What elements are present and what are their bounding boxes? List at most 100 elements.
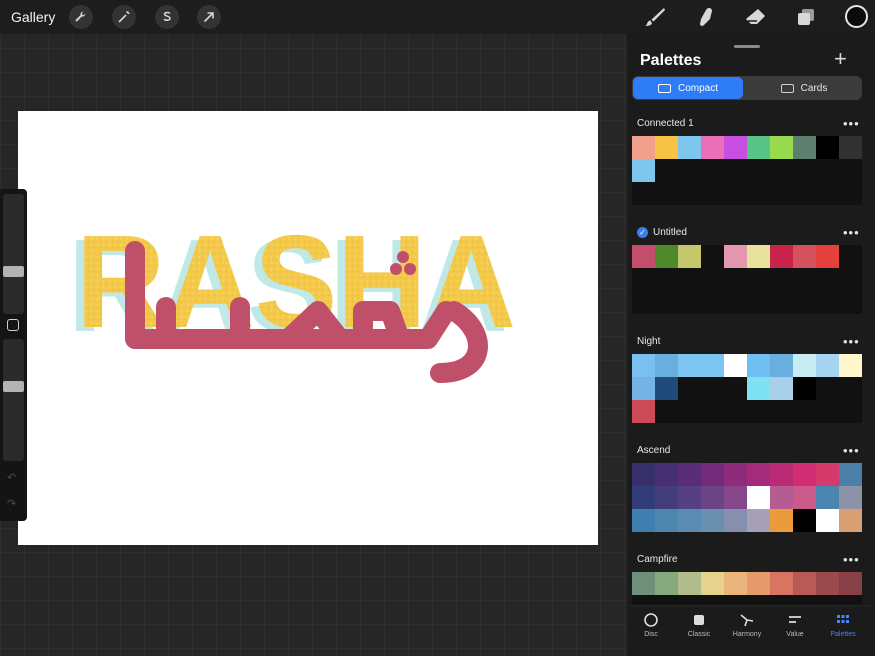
color-swatch[interactable]: [839, 463, 862, 486]
smudge-icon[interactable]: [693, 5, 719, 29]
color-swatch[interactable]: [793, 509, 816, 532]
more-options-icon[interactable]: •••: [843, 226, 860, 239]
color-swatch[interactable]: [724, 354, 747, 377]
more-options-icon[interactable]: •••: [843, 553, 860, 566]
color-swatch[interactable]: [747, 354, 770, 377]
color-swatch[interactable]: [770, 377, 793, 400]
color-swatch[interactable]: [793, 245, 816, 268]
color-swatch[interactable]: [839, 509, 862, 532]
color-swatch[interactable]: [747, 377, 770, 400]
color-swatch[interactable]: [770, 572, 793, 595]
brush-size-track[interactable]: [3, 194, 24, 314]
color-swatch[interactable]: [678, 245, 701, 268]
color-swatch[interactable]: [747, 509, 770, 532]
selection-icon[interactable]: [155, 5, 179, 29]
brush-size-slider[interactable]: [3, 265, 24, 277]
artwork-canvas[interactable]: RASHA RASHA: [18, 111, 598, 545]
color-swatch[interactable]: [701, 463, 724, 486]
palette-name[interactable]: Connected 1: [637, 118, 694, 129]
more-options-icon[interactable]: •••: [843, 335, 860, 348]
color-swatch[interactable]: [839, 136, 862, 159]
opacity-slider[interactable]: [3, 381, 24, 393]
color-swatch[interactable]: [655, 377, 678, 400]
color-swatch[interactable]: [678, 463, 701, 486]
tab-classic[interactable]: Classic: [675, 612, 723, 638]
tab-value[interactable]: Value: [771, 612, 819, 638]
tab-harmony[interactable]: Harmony: [723, 612, 771, 638]
color-swatch[interactable]: [632, 159, 655, 182]
color-swatch[interactable]: [701, 509, 724, 532]
color-swatch[interactable]: [770, 509, 793, 532]
color-swatch[interactable]: [632, 136, 655, 159]
magic-wand-icon[interactable]: [112, 5, 136, 29]
color-swatch[interactable]: [632, 486, 655, 509]
color-swatch[interactable]: [839, 354, 862, 377]
current-color-button[interactable]: [845, 5, 868, 28]
color-swatch[interactable]: [632, 463, 655, 486]
color-swatch[interactable]: [770, 354, 793, 377]
color-swatch[interactable]: [747, 136, 770, 159]
panel-grabber[interactable]: [734, 45, 760, 48]
color-swatch[interactable]: [655, 136, 678, 159]
palette-name[interactable]: Untitled: [653, 227, 687, 238]
gallery-button[interactable]: Gallery: [11, 9, 55, 25]
undo-icon[interactable]: ↶: [7, 471, 16, 484]
color-swatch[interactable]: [793, 354, 816, 377]
layers-icon[interactable]: [793, 5, 819, 29]
color-swatch[interactable]: [724, 463, 747, 486]
color-swatch[interactable]: [770, 463, 793, 486]
color-swatch[interactable]: [724, 486, 747, 509]
color-swatch[interactable]: [724, 245, 747, 268]
color-swatch[interactable]: [724, 509, 747, 532]
color-swatch[interactable]: [678, 509, 701, 532]
color-swatch[interactable]: [655, 463, 678, 486]
color-swatch[interactable]: [678, 354, 701, 377]
color-swatch[interactable]: [839, 486, 862, 509]
color-swatch[interactable]: [724, 572, 747, 595]
color-swatch[interactable]: [632, 245, 655, 268]
color-swatch[interactable]: [747, 572, 770, 595]
color-swatch[interactable]: [816, 245, 839, 268]
color-swatch[interactable]: [816, 486, 839, 509]
wrench-icon[interactable]: [69, 5, 93, 29]
color-swatch[interactable]: [701, 572, 724, 595]
color-swatch[interactable]: [839, 572, 862, 595]
color-swatch[interactable]: [793, 377, 816, 400]
color-swatch[interactable]: [678, 572, 701, 595]
color-swatch[interactable]: [770, 136, 793, 159]
more-options-icon[interactable]: •••: [843, 444, 860, 457]
modify-button[interactable]: [7, 319, 19, 331]
brush-icon[interactable]: [642, 5, 668, 29]
color-swatch[interactable]: [816, 572, 839, 595]
color-swatch[interactable]: [747, 245, 770, 268]
transform-arrow-icon[interactable]: [197, 5, 221, 29]
color-swatch[interactable]: [701, 136, 724, 159]
color-swatch[interactable]: [632, 377, 655, 400]
color-swatch[interactable]: [655, 486, 678, 509]
color-swatch[interactable]: [632, 509, 655, 532]
color-swatch[interactable]: [793, 463, 816, 486]
color-swatch[interactable]: [632, 572, 655, 595]
color-swatch[interactable]: [816, 354, 839, 377]
color-swatch[interactable]: [816, 136, 839, 159]
color-swatch[interactable]: [701, 354, 724, 377]
color-swatch[interactable]: [701, 486, 724, 509]
color-swatch[interactable]: [678, 136, 701, 159]
color-swatch[interactable]: [655, 509, 678, 532]
color-swatch[interactable]: [632, 354, 655, 377]
color-swatch[interactable]: [632, 400, 655, 423]
redo-icon[interactable]: ↷: [7, 497, 16, 510]
color-swatch[interactable]: [655, 354, 678, 377]
color-swatch[interactable]: [770, 245, 793, 268]
color-swatch[interactable]: [793, 136, 816, 159]
opacity-track[interactable]: [3, 339, 24, 461]
plus-icon[interactable]: +: [834, 48, 847, 70]
color-swatch[interactable]: [816, 463, 839, 486]
color-swatch[interactable]: [747, 463, 770, 486]
tab-cards[interactable]: Cards: [747, 77, 861, 99]
palette-name[interactable]: Night: [637, 336, 660, 347]
palette-name[interactable]: Campfire: [637, 554, 678, 565]
color-swatch[interactable]: [770, 486, 793, 509]
color-swatch[interactable]: [793, 572, 816, 595]
tab-compact[interactable]: Compact: [633, 77, 743, 99]
